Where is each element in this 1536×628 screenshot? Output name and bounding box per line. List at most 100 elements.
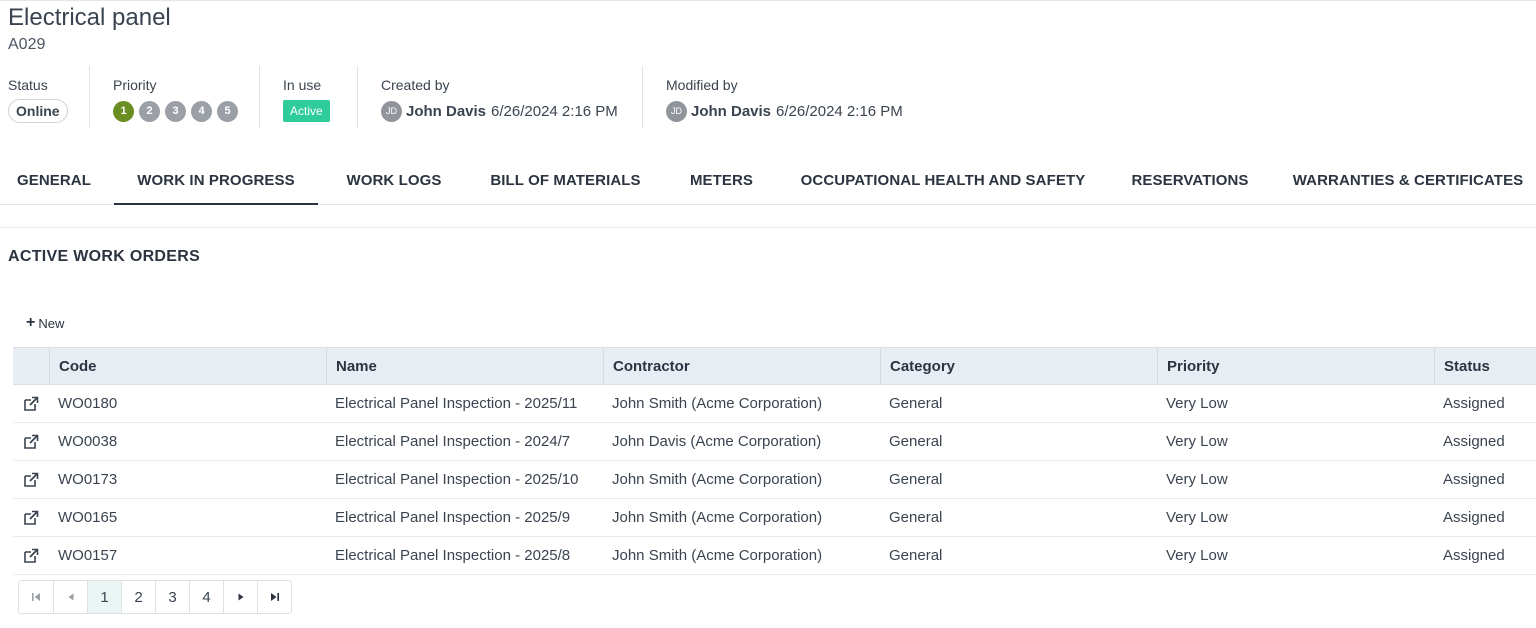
tab-occupational-health-and-safety[interactable]: OCCUPATIONAL HEALTH AND SAFETY xyxy=(790,158,1096,205)
tab-general[interactable]: GENERAL xyxy=(0,158,108,205)
priority-dot-4[interactable]: 4 xyxy=(191,100,212,122)
priority-dot-2[interactable]: 2 xyxy=(139,100,160,122)
row-open-action[interactable] xyxy=(13,537,49,574)
column-header-contractor[interactable]: Contractor xyxy=(603,348,880,384)
inuse-label: In use xyxy=(283,77,322,93)
modified-label: Modified by xyxy=(666,77,738,93)
table-body: WO0180 Electrical Panel Inspection - 2025… xyxy=(13,385,1536,575)
external-link-icon xyxy=(24,434,39,449)
prev-page-button[interactable] xyxy=(53,581,87,613)
created-label: Created by xyxy=(381,77,450,93)
tab-bill-of-materials[interactable]: BILL OF MATERIALS xyxy=(478,158,653,205)
row-open-action[interactable] xyxy=(13,423,49,460)
external-link-icon xyxy=(24,510,39,525)
meta-bar: Status Online Priority 12345 In use Acti… xyxy=(0,66,932,128)
column-header-category[interactable]: Category xyxy=(880,348,1157,384)
row-priority: Very Low xyxy=(1166,547,1228,564)
table-row[interactable]: WO0173 Electrical Panel Inspection - 2025… xyxy=(13,461,1536,499)
column-header-name[interactable]: Name xyxy=(326,348,603,384)
last-page-icon xyxy=(270,593,279,601)
row-code: WO0157 xyxy=(58,547,118,564)
status-label: Status xyxy=(8,77,48,93)
next-page-icon xyxy=(238,593,243,601)
row-category: General xyxy=(889,547,943,564)
created-group: Created by JD John Davis 6/26/2024 2:16 … xyxy=(357,66,642,128)
row-status: Assigned xyxy=(1443,471,1505,488)
row-status: Assigned xyxy=(1443,509,1505,526)
created-by-name: John Davis xyxy=(406,102,487,120)
modified-group: Modified by JD John Davis 6/26/2024 2:16… xyxy=(642,66,932,128)
table-row[interactable]: WO0157 Electrical Panel Inspection - 2025… xyxy=(13,537,1536,575)
page-button-4[interactable]: 4 xyxy=(189,581,223,613)
column-header-code[interactable]: Code xyxy=(49,348,326,384)
first-page-icon xyxy=(32,593,40,601)
first-page-button[interactable] xyxy=(19,581,53,613)
page-button-1[interactable]: 1 xyxy=(87,581,121,613)
pagination: 1 2 3 4 xyxy=(18,580,292,614)
new-button-label: New xyxy=(38,315,65,331)
created-avatar: JD xyxy=(381,100,402,122)
row-category: General xyxy=(889,395,943,412)
status-pill[interactable]: Online xyxy=(8,99,68,123)
tab-meters[interactable]: METERS xyxy=(676,158,767,205)
row-category: General xyxy=(889,471,943,488)
table-header: Code Name Contractor Category Priority S… xyxy=(13,347,1536,385)
work-orders-table: Code Name Contractor Category Priority S… xyxy=(13,347,1536,575)
last-page-button[interactable] xyxy=(257,581,291,613)
new-work-order-button[interactable]: + New xyxy=(26,315,64,331)
next-page-button[interactable] xyxy=(223,581,257,613)
table-row[interactable]: WO0038 Electrical Panel Inspection - 2024… xyxy=(13,423,1536,461)
section-title: ACTIVE WORK ORDERS xyxy=(8,248,201,265)
column-header-status[interactable]: Status xyxy=(1434,348,1536,384)
row-open-action[interactable] xyxy=(13,461,49,498)
row-status: Assigned xyxy=(1443,433,1505,450)
plus-icon: + xyxy=(26,314,36,331)
page-title: Electrical panel xyxy=(8,4,171,31)
inuse-group: In use Active xyxy=(259,66,357,128)
priority-dot-3[interactable]: 3 xyxy=(165,100,186,122)
page-button-3[interactable]: 3 xyxy=(155,581,189,613)
modified-date: 6/26/2024 2:16 PM xyxy=(776,102,903,120)
created-date: 6/26/2024 2:16 PM xyxy=(491,102,618,120)
row-name: Electrical Panel Inspection - 2025/10 xyxy=(335,471,579,488)
status-group: Status Online xyxy=(0,66,89,128)
priority-dot-1[interactable]: 1 xyxy=(113,100,134,122)
modified-avatar: JD xyxy=(666,100,687,122)
row-open-action[interactable] xyxy=(13,499,49,536)
inuse-badge[interactable]: Active xyxy=(283,100,330,122)
external-link-icon xyxy=(24,472,39,487)
row-contractor: John Smith (Acme Corporation) xyxy=(612,509,823,526)
row-name: Electrical Panel Inspection - 2024/7 xyxy=(335,433,571,450)
column-header-priority[interactable]: Priority xyxy=(1157,348,1434,384)
priority-dot-5[interactable]: 5 xyxy=(217,100,238,122)
modified-by-name: John Davis xyxy=(691,102,772,120)
row-priority: Very Low xyxy=(1166,509,1228,526)
tab-bar: GENERAL WORK IN PROGRESS WORK LOGS BILL … xyxy=(0,158,1536,205)
priority-label: Priority xyxy=(113,77,157,93)
row-name: Electrical Panel Inspection - 2025/8 xyxy=(335,547,571,564)
asset-code: A029 xyxy=(8,36,46,53)
row-category: General xyxy=(889,509,943,526)
priority-selector: 12345 xyxy=(113,100,238,122)
page-button-2[interactable]: 2 xyxy=(121,581,155,613)
row-code: WO0173 xyxy=(58,471,118,488)
row-contractor: John Smith (Acme Corporation) xyxy=(612,395,823,412)
header-top-border xyxy=(0,0,1536,1)
row-contractor: John Smith (Acme Corporation) xyxy=(612,471,823,488)
table-row[interactable]: WO0165 Electrical Panel Inspection - 2025… xyxy=(13,499,1536,537)
row-priority: Very Low xyxy=(1166,395,1228,412)
row-open-action[interactable] xyxy=(13,385,49,422)
row-status: Assigned xyxy=(1443,395,1505,412)
row-name: Electrical Panel Inspection - 2025/11 xyxy=(335,395,578,412)
row-code: WO0165 xyxy=(58,509,118,526)
external-link-icon xyxy=(24,548,39,563)
table-row[interactable]: WO0180 Electrical Panel Inspection - 2025… xyxy=(13,385,1536,423)
row-contractor: John Smith (Acme Corporation) xyxy=(612,547,823,564)
row-category: General xyxy=(889,433,943,450)
row-code: WO0038 xyxy=(58,433,118,450)
tab-reservations[interactable]: RESERVATIONS xyxy=(1120,158,1260,205)
tab-warranties-and-certificates[interactable]: WARRANTIES & CERTIFICATES xyxy=(1288,158,1528,205)
row-code: WO0180 xyxy=(58,395,118,412)
tab-work-logs[interactable]: WORK LOGS xyxy=(330,158,458,205)
tab-work-in-progress[interactable]: WORK IN PROGRESS xyxy=(114,158,318,205)
